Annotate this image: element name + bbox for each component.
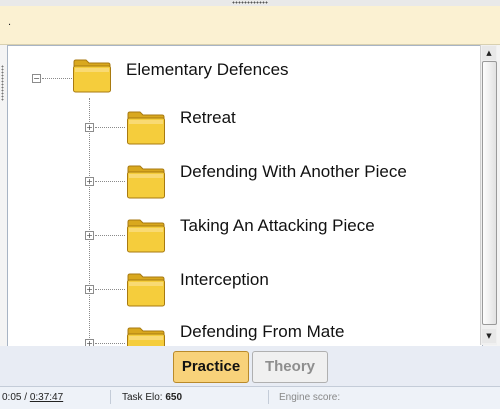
expand-icon[interactable]: + [85,231,94,240]
tree-node-defending-with-another-piece[interactable]: + Defending With Another Piece [8,160,478,210]
elapsed-time: 0:05 / 0:37:47 [2,388,63,408]
practice-button[interactable]: Practice [173,351,249,383]
elapsed-time-value: 0:05 / [2,392,30,403]
task-elo: Task Elo: 650 [122,388,182,408]
scroll-up-icon[interactable]: ▲ [482,46,496,60]
scroll-down-icon[interactable]: ▼ [482,329,496,343]
collapse-icon[interactable]: − [32,74,41,83]
status-bar: 0:05 / 0:37:47 Task Elo: 650 Engine scor… [0,386,500,409]
left-gutter [0,45,6,345]
expand-icon[interactable]: + [85,177,94,186]
info-banner: . [0,6,500,45]
folder-icon [73,59,111,93]
tree-scrollbar[interactable]: ▲ ▼ [480,45,497,345]
tree-branch-line [95,181,125,182]
tree-node-label: Retreat [180,108,236,127]
tree-branch-line [95,235,125,236]
grip-dots-icon [232,1,268,4]
status-separator [110,390,111,404]
tree-branch-line [95,127,125,128]
banner-text: . [8,16,12,28]
scrollbar-thumb[interactable] [482,61,497,325]
tree-node-interception[interactable]: + Interception [8,268,478,318]
tree-node-taking-an-attacking-piece[interactable]: + Taking An Attacking Piece [8,214,478,264]
tree-node-label: Elementary Defences [126,60,289,79]
lesson-tree: − Elementary Defences + Retreat + Defend… [7,45,483,347]
task-elo-value: 650 [165,392,183,403]
gutter-grip-icon[interactable] [1,65,4,101]
folder-icon [127,273,165,307]
tree-node-label: Defending From Mate [180,322,345,341]
tree-node-defending-from-mate[interactable]: + Defending From Mate [8,322,478,346]
total-time-link[interactable]: 0:37:47 [30,392,63,403]
tree-node-root[interactable]: − Elementary Defences [8,52,478,102]
theory-button[interactable]: Theory [252,351,328,383]
mode-buttons: Practice Theory [0,346,500,386]
status-separator [268,390,269,404]
expand-icon[interactable]: + [85,285,94,294]
folder-icon [127,111,165,145]
folder-icon [127,327,165,346]
folder-icon [127,165,165,199]
tree-branch-line [42,78,72,79]
tree-branch-line [95,289,125,290]
expand-icon[interactable]: + [85,123,94,132]
tree-node-label: Interception [180,270,269,289]
tree-node-label: Defending With Another Piece [180,162,407,181]
tree-node-retreat[interactable]: + Retreat [8,106,478,156]
task-elo-label: Task Elo: [122,392,166,403]
folder-icon [127,219,165,253]
tree-node-label: Taking An Attacking Piece [180,216,375,235]
tree-branch-line [95,343,125,344]
engine-score-label: Engine score: [279,392,341,403]
